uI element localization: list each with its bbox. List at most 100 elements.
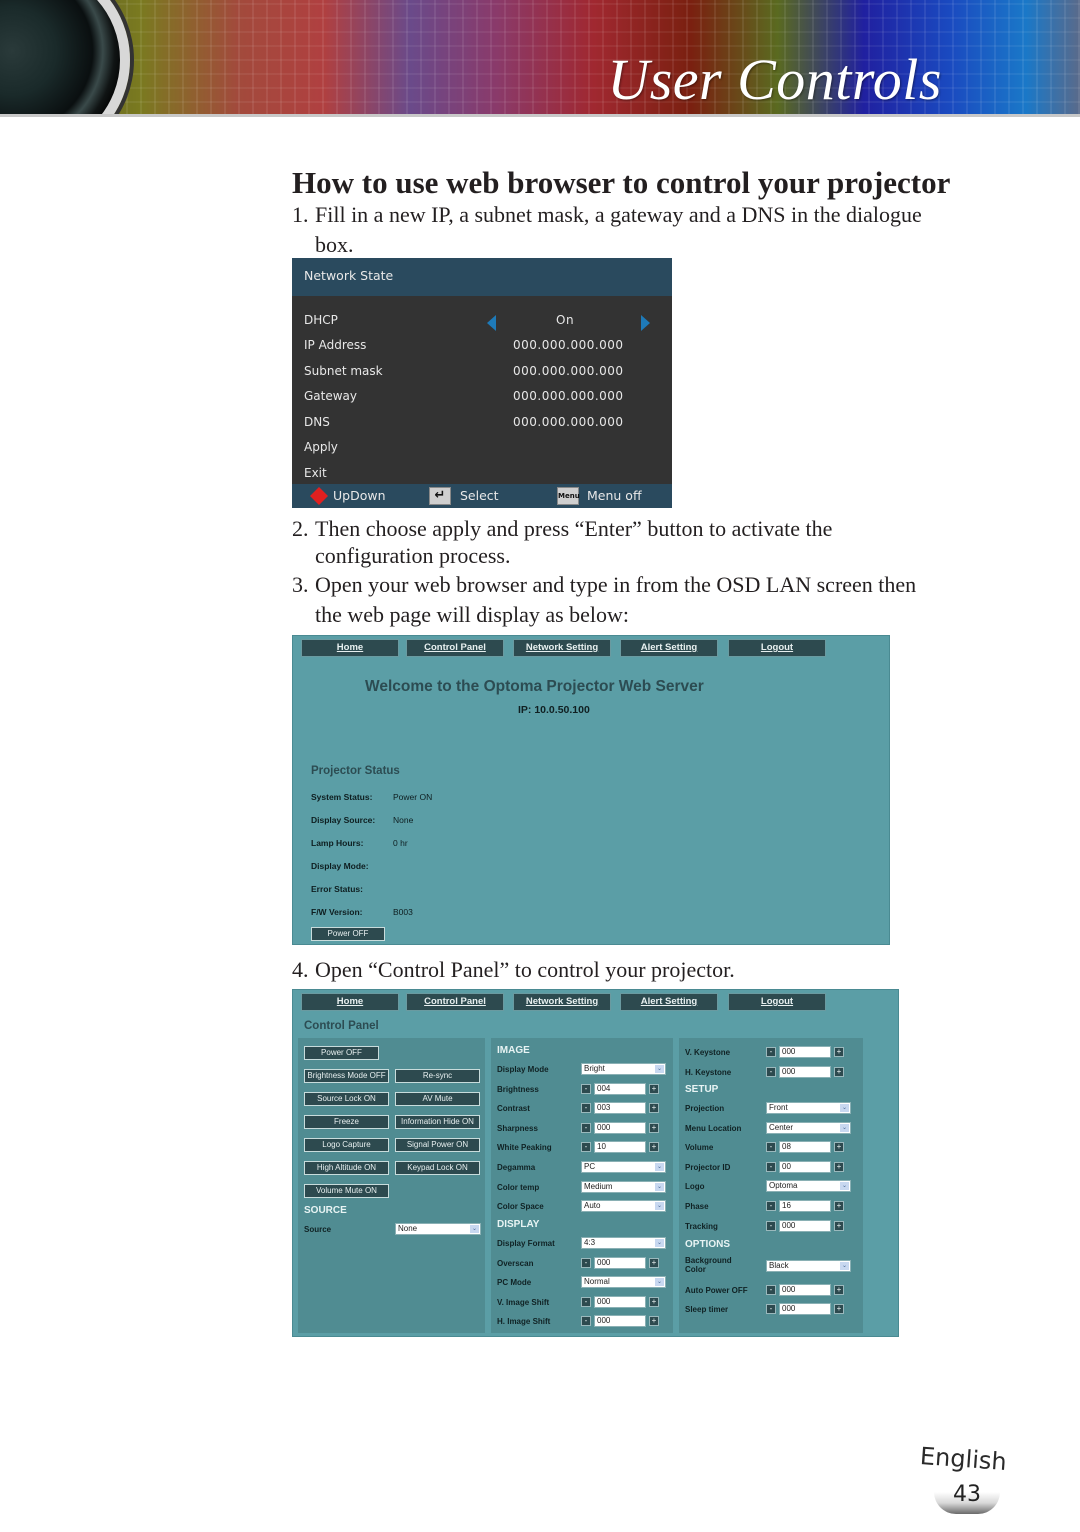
source-select[interactable]: None ⌄ bbox=[395, 1223, 481, 1235]
osd-row-exit[interactable]: Exit bbox=[304, 466, 664, 486]
nav-alert-setting[interactable]: Alert Setting bbox=[620, 639, 718, 657]
h-keystone-input[interactable]: 000 bbox=[779, 1065, 831, 1078]
plus-button[interactable]: + bbox=[649, 1142, 659, 1153]
plus-button[interactable]: + bbox=[834, 1220, 844, 1231]
overscan-input[interactable]: 000 bbox=[594, 1256, 646, 1269]
projector-id-input[interactable]: 00 bbox=[779, 1160, 831, 1173]
logo-select[interactable]: Optoma ⌄ bbox=[766, 1180, 851, 1193]
status-value: B003 bbox=[393, 907, 413, 917]
keypad-lock-button[interactable]: Keypad Lock ON bbox=[395, 1161, 480, 1175]
osd-row-ip-address[interactable]: IP Address 000.000.000.000 bbox=[304, 338, 664, 358]
brightness-mode-button[interactable]: Brightness Mode OFF bbox=[304, 1069, 389, 1083]
color-temp-select[interactable]: Medium ⌄ bbox=[581, 1180, 666, 1193]
osd-row-dns[interactable]: DNS 000.000.000.000 bbox=[304, 415, 664, 435]
pc-mode-label: PC Mode bbox=[497, 1278, 532, 1288]
sharpness-stepper: -000 + bbox=[581, 1121, 661, 1134]
osd-title: Network State bbox=[292, 258, 672, 296]
information-hide-button[interactable]: Information Hide ON bbox=[395, 1115, 480, 1129]
nav-alert-setting[interactable]: Alert Setting bbox=[620, 993, 718, 1011]
auto-power-off-stepper: -000 + bbox=[766, 1284, 846, 1296]
plus-button[interactable]: + bbox=[649, 1103, 659, 1114]
osd-row-subnet-mask[interactable]: Subnet mask 000.000.000.000 bbox=[304, 364, 664, 384]
osd-row-gateway[interactable]: Gateway 000.000.000.000 bbox=[304, 389, 664, 409]
minus-button[interactable]: - bbox=[766, 1285, 776, 1295]
minus-button[interactable]: - bbox=[766, 1220, 776, 1231]
resync-button[interactable]: Re-sync bbox=[395, 1069, 480, 1083]
phase-input[interactable]: 16 bbox=[779, 1200, 831, 1212]
brightness-input[interactable]: 004 bbox=[594, 1082, 646, 1095]
volume-input[interactable]: 08 bbox=[779, 1141, 831, 1154]
nav-home[interactable]: Home bbox=[301, 639, 399, 657]
nav-control-panel[interactable]: Control Panel bbox=[406, 639, 504, 657]
step-text: Then choose apply and press “Enter” butt… bbox=[315, 516, 833, 541]
minus-button[interactable]: - bbox=[581, 1296, 591, 1307]
source-lock-button[interactable]: Source Lock ON bbox=[304, 1092, 389, 1106]
display-mode-select[interactable]: Bright ⌄ bbox=[581, 1063, 666, 1075]
plus-button[interactable]: + bbox=[834, 1201, 844, 1211]
osd-row-dhcp[interactable]: DHCP On bbox=[304, 313, 664, 333]
plus-button[interactable]: + bbox=[834, 1161, 844, 1172]
plus-button[interactable]: + bbox=[834, 1304, 844, 1314]
display-format-label: Display Format bbox=[497, 1239, 555, 1248]
plus-button[interactable]: + bbox=[834, 1066, 844, 1077]
minus-button[interactable]: - bbox=[581, 1122, 591, 1133]
minus-button[interactable]: - bbox=[766, 1304, 776, 1314]
white-peaking-input[interactable]: 10 bbox=[594, 1141, 646, 1154]
chevron-down-icon: ⌄ bbox=[840, 1262, 849, 1270]
projection-select[interactable]: Front ⌄ bbox=[766, 1102, 851, 1114]
menu-location-select[interactable]: Center ⌄ bbox=[766, 1121, 851, 1134]
nav-network-setting[interactable]: Network Setting bbox=[513, 639, 611, 657]
minus-button[interactable]: - bbox=[581, 1083, 591, 1094]
minus-button[interactable]: - bbox=[766, 1201, 776, 1211]
arrow-right-icon[interactable] bbox=[641, 315, 650, 331]
select-value: PC bbox=[584, 1162, 596, 1171]
phase-label: Phase bbox=[685, 1202, 709, 1211]
image-display-column: IMAGE Display Mode Bright ⌄ Brightness -004 + C… bbox=[491, 1038, 673, 1333]
minus-button[interactable]: - bbox=[766, 1142, 776, 1153]
plus-button[interactable]: + bbox=[649, 1296, 659, 1307]
display-format-select[interactable]: 4:3 ⌄ bbox=[581, 1237, 666, 1249]
minus-button[interactable]: - bbox=[581, 1257, 591, 1268]
v-keystone-input[interactable]: 000 bbox=[779, 1046, 831, 1058]
plus-button[interactable]: + bbox=[649, 1122, 659, 1133]
power-off-button[interactable]: Power OFF bbox=[311, 927, 385, 941]
osd-row-apply[interactable]: Apply bbox=[304, 440, 664, 460]
signal-power-button[interactable]: Signal Power ON bbox=[395, 1138, 480, 1152]
plus-button[interactable]: + bbox=[834, 1142, 844, 1153]
nav-network-setting[interactable]: Network Setting bbox=[513, 993, 611, 1011]
plus-button[interactable]: + bbox=[834, 1285, 844, 1295]
buttons-column: Power OFF Brightness Mode OFF Re-sync So… bbox=[298, 1038, 485, 1333]
sleep-timer-input[interactable]: 000 bbox=[779, 1303, 831, 1315]
high-altitude-button[interactable]: High Altitude ON bbox=[304, 1161, 389, 1175]
contrast-input[interactable]: 003 bbox=[594, 1102, 646, 1115]
pc-mode-select[interactable]: Normal ⌄ bbox=[581, 1276, 666, 1289]
plus-button[interactable]: + bbox=[834, 1047, 844, 1057]
plus-button[interactable]: + bbox=[649, 1316, 659, 1327]
minus-button[interactable]: - bbox=[581, 1103, 591, 1114]
color-space-select[interactable]: Auto ⌄ bbox=[581, 1200, 666, 1213]
minus-button[interactable]: - bbox=[766, 1066, 776, 1077]
nav-control-panel[interactable]: Control Panel bbox=[406, 993, 504, 1011]
freeze-button[interactable]: Freeze bbox=[304, 1115, 389, 1129]
tracking-input[interactable]: 000 bbox=[779, 1219, 831, 1232]
minus-button[interactable]: - bbox=[581, 1142, 591, 1153]
degamma-select[interactable]: PC ⌄ bbox=[581, 1161, 666, 1173]
logo-capture-button[interactable]: Logo Capture bbox=[304, 1138, 389, 1152]
nav-logout[interactable]: Logout bbox=[728, 639, 826, 657]
plus-button[interactable]: + bbox=[649, 1257, 659, 1268]
v-image-shift-input[interactable]: 000 bbox=[594, 1295, 646, 1308]
nav-home[interactable]: Home bbox=[301, 993, 399, 1011]
plus-button[interactable]: + bbox=[649, 1083, 659, 1094]
av-mute-button[interactable]: AV Mute bbox=[395, 1092, 480, 1106]
auto-power-off-input[interactable]: 000 bbox=[779, 1284, 831, 1296]
arrow-left-icon[interactable] bbox=[487, 315, 496, 331]
background-color-select[interactable]: Black ⌄ bbox=[766, 1260, 851, 1272]
nav-logout[interactable]: Logout bbox=[728, 993, 826, 1011]
h-image-shift-input[interactable]: 000 bbox=[594, 1315, 646, 1328]
power-off-button[interactable]: Power OFF bbox=[304, 1046, 379, 1060]
minus-button[interactable]: - bbox=[766, 1161, 776, 1172]
minus-button[interactable]: - bbox=[581, 1316, 591, 1327]
volume-mute-button[interactable]: Volume Mute ON bbox=[304, 1184, 389, 1198]
minus-button[interactable]: - bbox=[766, 1047, 776, 1057]
sharpness-input[interactable]: 000 bbox=[594, 1121, 646, 1134]
